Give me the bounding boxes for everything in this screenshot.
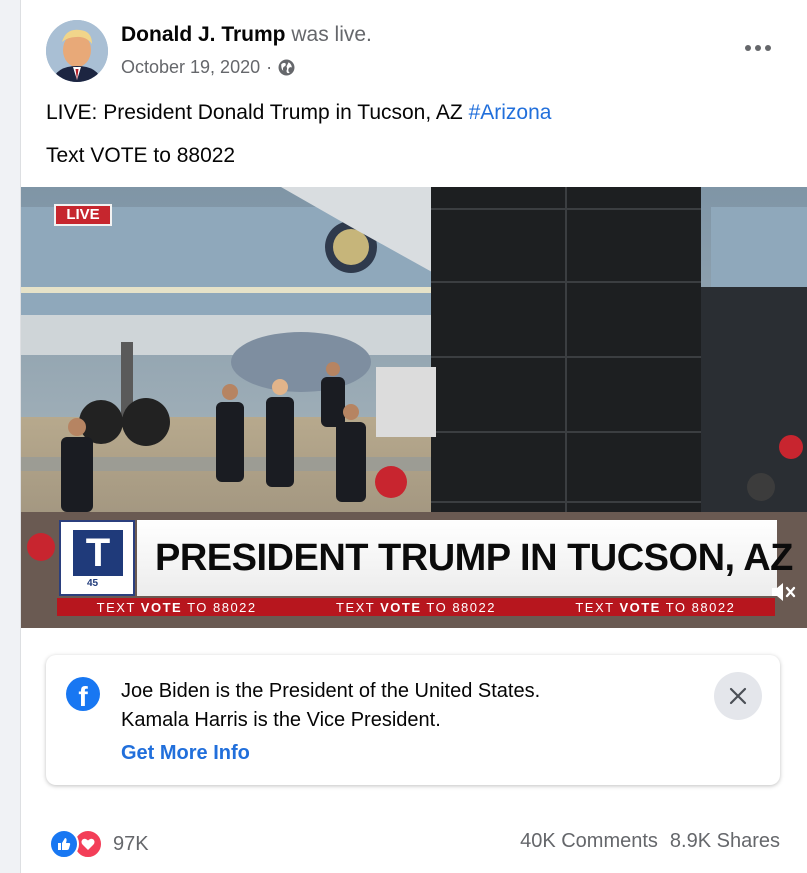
more-horizontal-icon[interactable] bbox=[740, 34, 776, 62]
post-author-line: Donald J. Trump was live. bbox=[121, 22, 372, 48]
reactions-summary[interactable]: 97K bbox=[49, 829, 149, 859]
shares-count[interactable]: 8.9K Shares bbox=[670, 830, 780, 853]
logo-number: 45 bbox=[87, 578, 99, 589]
reaction-count: 97K bbox=[113, 832, 149, 855]
post-date[interactable]: October 19, 2020 bbox=[121, 55, 260, 79]
post-card: Donald J. Trump was live. October 19, 20… bbox=[20, 0, 807, 873]
post-text-line2: Text VOTE to 88022 bbox=[46, 144, 236, 167]
post-meta: October 19, 2020 · bbox=[121, 55, 295, 79]
post-action: was live. bbox=[291, 23, 372, 46]
like-icon bbox=[49, 829, 79, 859]
info-line-2: Kamala Harris is the Vice President. bbox=[121, 709, 441, 731]
facebook-icon: f bbox=[66, 677, 100, 711]
author-avatar[interactable] bbox=[46, 20, 108, 82]
meta-separator: · bbox=[266, 57, 273, 77]
ticker-item: TEXT VOTE TO 88022 bbox=[575, 599, 736, 615]
author-name[interactable]: Donald J. Trump bbox=[121, 23, 286, 46]
post-header: Donald J. Trump was live. October 19, 20… bbox=[21, 0, 807, 96]
video-lower-third: T 45 PRESIDENT TRUMP IN TUCSON, AZ bbox=[59, 520, 793, 596]
video-headline: PRESIDENT TRUMP IN TUCSON, AZ bbox=[137, 520, 793, 596]
volume-muted-icon[interactable] bbox=[770, 580, 798, 604]
post-text: LIVE: President Donald Trump in Tucson, … bbox=[46, 101, 463, 124]
globe-icon bbox=[278, 59, 295, 76]
info-line-1: Joe Biden is the President of the United… bbox=[121, 680, 541, 702]
close-icon[interactable] bbox=[714, 672, 762, 720]
post-stats: 40K Comments 8.9K Shares bbox=[520, 830, 780, 853]
logo-letter: T bbox=[73, 530, 123, 576]
comments-count[interactable]: 40K Comments bbox=[520, 830, 658, 853]
live-video[interactable]: LIVE T 45 PRESIDENT TRUMP IN TUCSON, AZ … bbox=[21, 187, 807, 628]
video-ticker: TEXT VOTE TO 88022 TEXT VOTE TO 88022 TE… bbox=[57, 598, 775, 616]
t45-logo: T 45 bbox=[59, 520, 135, 596]
live-badge: LIVE bbox=[54, 204, 112, 226]
ticker-item: TEXT VOTE TO 88022 bbox=[336, 599, 496, 615]
election-info-box: f Joe Biden is the President of the Unit… bbox=[46, 655, 780, 785]
ticker-item: TEXT VOTE TO 88022 bbox=[96, 599, 257, 615]
hashtag-link[interactable]: #Arizona bbox=[469, 101, 552, 124]
post-text-line1: LIVE: President Donald Trump in Tucson, … bbox=[46, 99, 551, 127]
get-more-info-link[interactable]: Get More Info bbox=[121, 739, 250, 767]
